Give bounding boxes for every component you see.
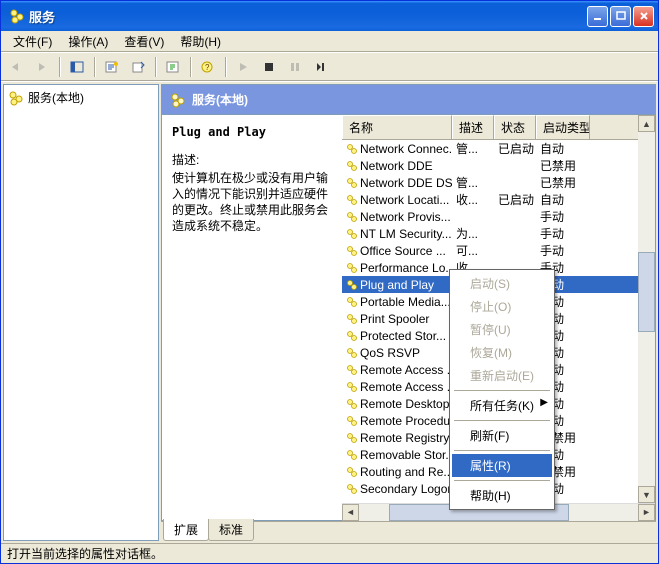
pane-header: 服务(本地) xyxy=(161,84,656,114)
scroll-up-button[interactable]: ▲ xyxy=(638,115,655,132)
vertical-scrollbar[interactable]: ▲ ▼ xyxy=(638,115,655,503)
pause-button xyxy=(284,56,306,78)
stop-button[interactable] xyxy=(258,56,280,78)
scroll-down-button[interactable]: ▼ xyxy=(638,486,655,503)
pane-title: 服务(本地) xyxy=(192,91,248,108)
ctx-alltasks[interactable]: 所有任务(K)▶ xyxy=(452,394,552,417)
col-status[interactable]: 状态 xyxy=(494,115,536,139)
restart-button[interactable] xyxy=(310,56,332,78)
ctx-refresh[interactable]: 刷新(F) xyxy=(452,424,552,447)
menubar: 文件(F) 操作(A) 查看(V) 帮助(H) xyxy=(1,31,658,53)
service-description: 使计算机在极少或没有用户输入的情况下能识别并适应硬件的更改。终止或禁用此服务会造… xyxy=(172,170,332,234)
ctx-pause: 暂停(U) xyxy=(452,318,552,341)
detail-panel: Plug and Play 描述: 使计算机在极少或没有用户输入的情况下能识别并… xyxy=(162,115,342,520)
list-header: 名称 描述 状态 启动类型 xyxy=(342,115,655,140)
col-startup[interactable]: 启动类型 xyxy=(536,115,590,139)
help-button[interactable]: ? xyxy=(197,56,219,78)
ctx-start: 启动(S) xyxy=(452,272,552,295)
tab-standard[interactable]: 标准 xyxy=(208,519,254,541)
menu-view[interactable]: 查看(V) xyxy=(116,31,172,52)
tab-bar: 扩展 标准 xyxy=(161,521,656,541)
maximize-button[interactable] xyxy=(610,6,631,27)
properties-button[interactable] xyxy=(101,56,123,78)
service-row[interactable]: Network Connec...管...已启动自动 xyxy=(342,140,655,157)
col-desc[interactable]: 描述 xyxy=(452,115,494,139)
tree-root[interactable]: 服务(本地) xyxy=(4,85,158,110)
toolbar: ? xyxy=(1,53,658,81)
context-menu: 启动(S) 停止(O) 暂停(U) 恢复(M) 重新启动(E) 所有任务(K)▶… xyxy=(449,269,555,510)
menu-file[interactable]: 文件(F) xyxy=(5,31,60,52)
scroll-left-button[interactable]: ◄ xyxy=(342,504,359,521)
ctx-restart: 重新启动(E) xyxy=(452,364,552,387)
ctx-stop: 停止(O) xyxy=(452,295,552,318)
minimize-button[interactable] xyxy=(587,6,608,27)
service-row[interactable]: Network Provis...手动 xyxy=(342,208,655,225)
status-bar: 打开当前选择的属性对话框。 xyxy=(1,543,658,563)
status-text: 打开当前选择的属性对话框。 xyxy=(7,545,163,562)
ctx-properties[interactable]: 属性(R) xyxy=(452,454,552,477)
refresh-button[interactable] xyxy=(162,56,184,78)
service-row[interactable]: Network DDE DSDM管...已禁用 xyxy=(342,174,655,191)
window-title: 服务 xyxy=(29,7,587,26)
svg-text:?: ? xyxy=(205,63,210,72)
tree-pane: 服务(本地) xyxy=(3,84,159,541)
tree-root-label: 服务(本地) xyxy=(28,89,84,106)
ctx-resume: 恢复(M) xyxy=(452,341,552,364)
service-row[interactable]: Network Locati...收...已启动自动 xyxy=(342,191,655,208)
services-icon xyxy=(8,90,24,106)
play-button xyxy=(232,56,254,78)
back-button xyxy=(5,56,27,78)
titlebar[interactable]: 服务 xyxy=(1,1,658,31)
service-row[interactable]: Office Source ...可...手动 xyxy=(342,242,655,259)
export-button[interactable] xyxy=(127,56,149,78)
service-row[interactable]: Network DDE已禁用 xyxy=(342,157,655,174)
ctx-help[interactable]: 帮助(H) xyxy=(452,484,552,507)
service-name: Plug and Play xyxy=(172,125,332,139)
service-row[interactable]: NT LM Security...为...手动 xyxy=(342,225,655,242)
forward-button xyxy=(31,56,53,78)
services-icon xyxy=(170,92,186,108)
menu-help[interactable]: 帮助(H) xyxy=(172,31,229,52)
tab-extended[interactable]: 扩展 xyxy=(163,519,209,541)
show-hide-button[interactable] xyxy=(66,56,88,78)
close-button[interactable] xyxy=(633,6,654,27)
services-icon xyxy=(9,8,25,24)
scroll-thumb[interactable] xyxy=(638,252,655,332)
scroll-right-button[interactable]: ► xyxy=(638,504,655,521)
menu-action[interactable]: 操作(A) xyxy=(60,31,116,52)
desc-label: 描述: xyxy=(172,151,332,168)
col-name[interactable]: 名称 xyxy=(342,115,452,139)
